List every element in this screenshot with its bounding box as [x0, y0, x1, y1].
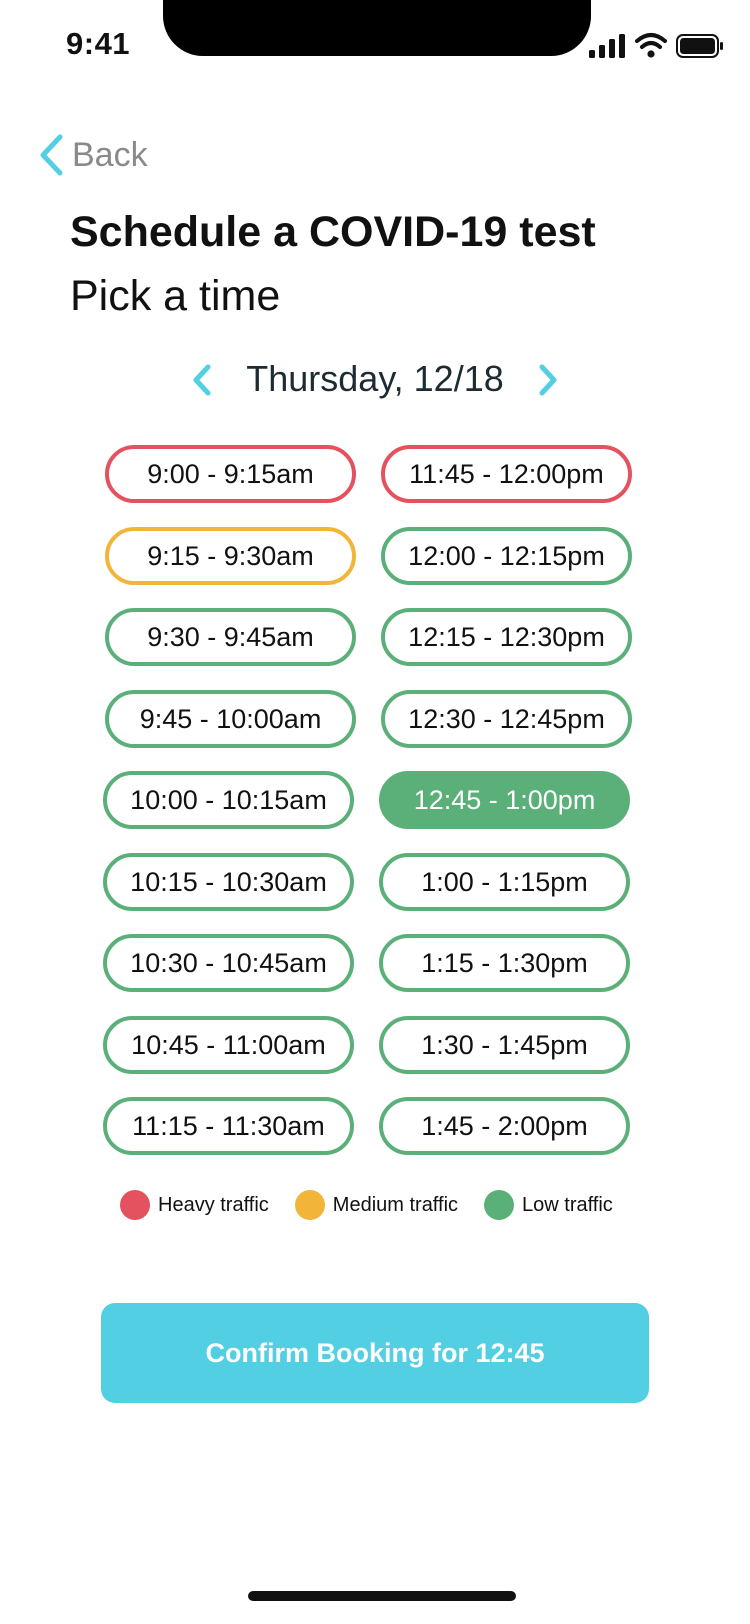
chevron-left-icon	[40, 134, 63, 176]
time-slot[interactable]: 9:30 - 9:45am	[105, 608, 356, 666]
legend-item-heavy: Heavy traffic	[120, 1190, 269, 1220]
status-time: 9:41	[66, 26, 131, 61]
medium-traffic-dot	[294, 1190, 325, 1220]
low-traffic-dot	[484, 1190, 515, 1220]
legend-label: Medium traffic	[332, 1193, 459, 1216]
time-slot[interactable]: 12:30 - 12:45pm	[381, 690, 632, 748]
time-slot[interactable]: 1:45 - 2:00pm	[379, 1097, 630, 1155]
next-day-button[interactable]	[534, 362, 562, 398]
time-slot[interactable]: 9:15 - 9:30am	[105, 527, 356, 585]
legend-item-medium: Medium traffic	[294, 1190, 459, 1220]
heavy-traffic-dot	[120, 1190, 150, 1220]
time-slot[interactable]: 10:00 - 10:15am	[103, 771, 354, 829]
legend-label: Low traffic	[522, 1193, 613, 1216]
time-slot[interactable]: 12:15 - 12:30pm	[381, 608, 632, 666]
time-slot[interactable]: 1:30 - 1:45pm	[379, 1016, 630, 1074]
legend-label: Heavy traffic	[158, 1193, 269, 1216]
time-slot[interactable]: 10:45 - 11:00am	[103, 1016, 354, 1074]
time-slot[interactable]: 12:45 - 1:00pm	[379, 771, 630, 829]
battery-icon	[676, 34, 723, 58]
wifi-icon	[635, 33, 667, 58]
previous-day-button[interactable]	[188, 362, 216, 398]
time-slot[interactable]: 11:15 - 11:30am	[103, 1097, 354, 1155]
page-title: Schedule a COVID-19 test	[70, 208, 596, 256]
time-slot[interactable]: 10:15 - 10:30am	[103, 853, 354, 911]
time-slot[interactable]: 1:00 - 1:15pm	[379, 853, 630, 911]
time-slot[interactable]: 11:45 - 12:00pm	[381, 445, 632, 503]
traffic-legend: Heavy traffic Medium traffic Low traffic	[120, 1190, 639, 1220]
back-label: Back	[72, 135, 148, 174]
page-subtitle: Pick a time	[70, 272, 281, 320]
legend-item-low: Low traffic	[484, 1190, 613, 1220]
cellular-signal-icon	[589, 34, 625, 58]
time-slot[interactable]: 10:30 - 10:45am	[103, 934, 354, 992]
back-button[interactable]: Back	[38, 130, 148, 180]
selected-date: Thursday, 12/18	[246, 358, 504, 399]
time-slot[interactable]: 1:15 - 1:30pm	[379, 934, 630, 992]
device-notch	[163, 0, 591, 56]
home-indicator	[248, 1591, 516, 1601]
time-slot[interactable]: 9:00 - 9:15am	[105, 445, 356, 503]
time-slot[interactable]: 12:00 - 12:15pm	[381, 527, 632, 585]
time-slot[interactable]: 9:45 - 10:00am	[105, 690, 356, 748]
confirm-booking-button[interactable]: Confirm Booking for 12:45	[101, 1303, 649, 1403]
